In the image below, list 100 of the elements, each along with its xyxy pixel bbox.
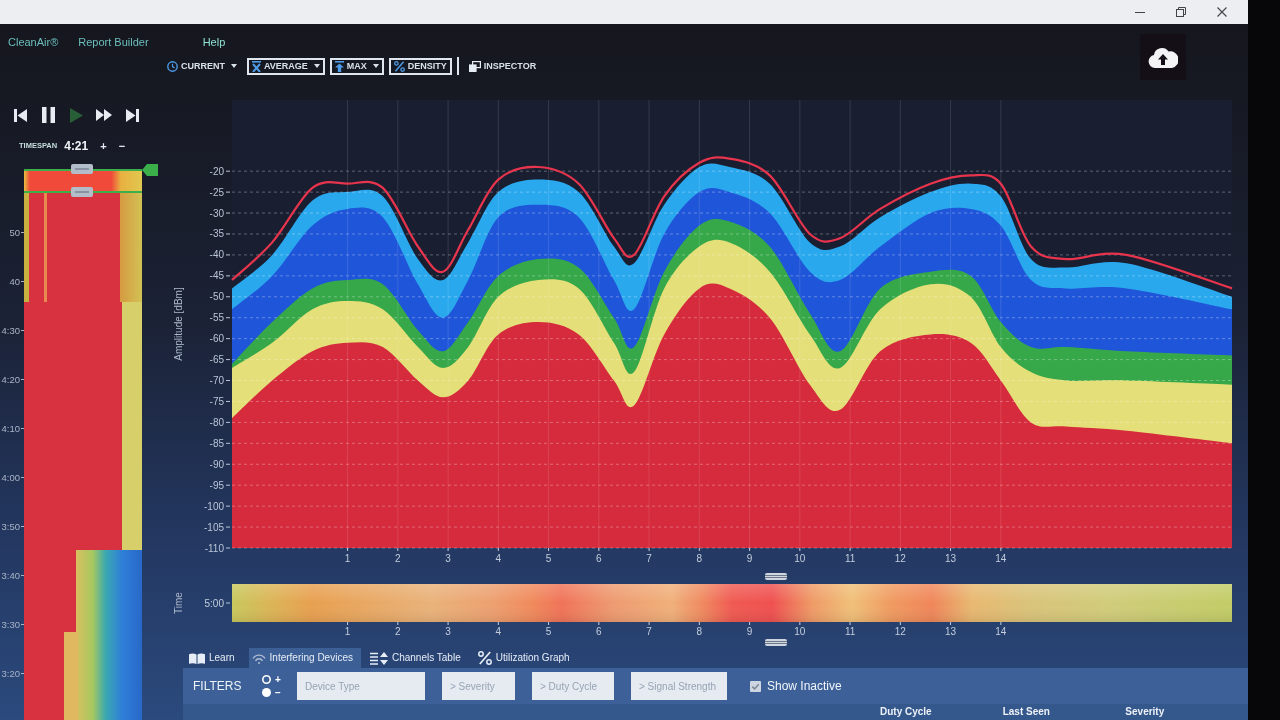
axis-tick-label: -110: [204, 542, 224, 554]
axis-title: Amplitude [dBm]: [173, 287, 184, 361]
tab[interactable]: Learn: [186, 648, 243, 668]
window-icon: [468, 60, 481, 72]
restore-icon: [1175, 7, 1186, 17]
axis-tick-label: 10: [794, 626, 806, 636]
filter-field[interactable]: > Signal Strength: [631, 672, 727, 700]
column-header: Duty Cycle: [880, 706, 933, 718]
axis-tick-label: -60: [209, 333, 224, 345]
axis-tick-label: 13: [945, 626, 957, 636]
cloud-upload-icon: [1148, 46, 1178, 68]
fast-forward-icon: [96, 109, 112, 121]
tab[interactable]: Interfering Devices: [248, 648, 361, 668]
column-header: Severity: [1125, 706, 1166, 718]
axis-tick-label: -55: [209, 312, 224, 324]
time-axis-label: 4:30: [1, 325, 20, 336]
fast-forward-button[interactable]: [95, 106, 113, 124]
axis-tick-label: -50: [209, 291, 224, 303]
skip-forward-button[interactable]: [123, 106, 141, 124]
skip-back-icon: [13, 108, 27, 122]
axis-tick-label: -100: [204, 500, 224, 512]
percent-icon: [477, 651, 492, 665]
time-axis-label: 40: [9, 276, 20, 287]
filter-field[interactable]: > Duty Cycle: [532, 672, 614, 700]
axis-tick-label: 5: [545, 626, 552, 636]
axis-tick-label: -40: [209, 249, 224, 261]
close-icon: [1216, 7, 1227, 17]
list-sort-icon: [369, 651, 388, 665]
axis-tick-label: 8: [696, 626, 703, 636]
axis-tick-label: 6: [596, 553, 602, 564]
axis-tick-label: 14: [995, 553, 1007, 564]
book-icon: [189, 652, 205, 664]
time-axis-label: 3:20: [1, 668, 20, 679]
axis-tick-label: 9: [746, 553, 753, 564]
column-header: Last Seen: [1002, 706, 1051, 718]
tab[interactable]: Utilization Graph: [474, 648, 578, 668]
time-axis-label: 3:50: [1, 521, 20, 532]
plus-button[interactable]: +: [96, 140, 111, 152]
toolbar-button[interactable]: INSPECTOR: [463, 57, 542, 75]
resize-grip[interactable]: [765, 638, 787, 646]
axis-tick-label: -75: [209, 395, 224, 407]
axis-tick-label: 5: [545, 553, 552, 564]
toolbar-button[interactable]: CURRENT: [162, 57, 242, 75]
radio-option[interactable]: −: [262, 687, 297, 698]
axis-tick-label: 3: [445, 553, 451, 564]
axis-title: Time: [173, 592, 184, 614]
minimize-icon: [1134, 11, 1145, 13]
play-icon: [69, 107, 83, 123]
axis-tick-label: 11: [844, 553, 856, 564]
axis-tick-label: -105: [204, 521, 224, 533]
toolbar-button[interactable]: MAX: [329, 57, 384, 75]
signal-waves-icon: [251, 652, 266, 664]
axis-tick-label: 3: [445, 626, 451, 636]
toolbar-button[interactable]: DENSITY: [388, 57, 452, 75]
time-axis-label: 3:40: [1, 570, 20, 581]
axis-tick-label: -90: [209, 458, 224, 470]
filter-field[interactable]: > Severity: [442, 672, 515, 700]
skip-back-button[interactable]: [11, 106, 29, 124]
axis-tick-label: 14: [995, 626, 1007, 636]
axis-tick-label: 12: [894, 626, 906, 636]
time-axis-label: 4:10: [1, 423, 20, 434]
axis-tick-label: 12: [894, 553, 906, 564]
arrow-up-icon: [334, 60, 344, 72]
resize-grip[interactable]: [765, 572, 787, 580]
axis-tick-label: -25: [209, 186, 224, 198]
axis-tick-label: -95: [209, 479, 224, 491]
time-axis-label: 3:30: [1, 619, 20, 630]
axis-tick-label: -65: [209, 354, 224, 366]
pause-button[interactable]: [39, 106, 57, 124]
time-axis-label: 50: [9, 227, 20, 238]
radio-option[interactable]: +: [262, 674, 297, 685]
axis-tick-label: 10: [794, 553, 806, 564]
axis-tick-label: -85: [209, 437, 224, 449]
axis-tick-label: 2: [395, 626, 401, 636]
menu-item[interactable]: Help: [202, 35, 226, 49]
cloud-upload-button[interactable]: [1140, 34, 1186, 80]
axis-tick-label: 13: [945, 553, 957, 564]
percent-icon: [393, 60, 405, 72]
axis-tick-label: -35: [209, 228, 224, 240]
time-axis-label: 4:00: [1, 472, 20, 483]
filter-field[interactable]: Device Type: [297, 672, 425, 700]
axis-tick-label: -80: [209, 416, 224, 428]
axis-tick-label: -45: [209, 270, 224, 282]
axis-tick-label: 5:00: [204, 597, 224, 609]
axis-tick-label: 1: [344, 626, 351, 636]
axis-tick-label: -20: [209, 165, 224, 177]
menu-item[interactable]: Report Builder: [78, 35, 149, 49]
axis-tick-label: 2: [395, 553, 401, 564]
timespan-value: 4:21: [64, 138, 89, 155]
axis-tick-label: 7: [646, 626, 652, 636]
minus-button[interactable]: −: [114, 140, 130, 152]
axis-tick-label: 1: [344, 553, 351, 564]
tab[interactable]: Channels Table: [366, 648, 469, 668]
time-axis-label: 4:20: [1, 374, 20, 385]
axis-tick-label: 6: [596, 626, 602, 636]
menu-item[interactable]: CleanAir®: [8, 35, 59, 49]
axis-tick-label: 4: [495, 553, 502, 564]
mean-icon: [252, 60, 261, 72]
toolbar-button[interactable]: AVERAGE: [247, 57, 325, 75]
filters-label: FILTERS: [193, 678, 243, 695]
